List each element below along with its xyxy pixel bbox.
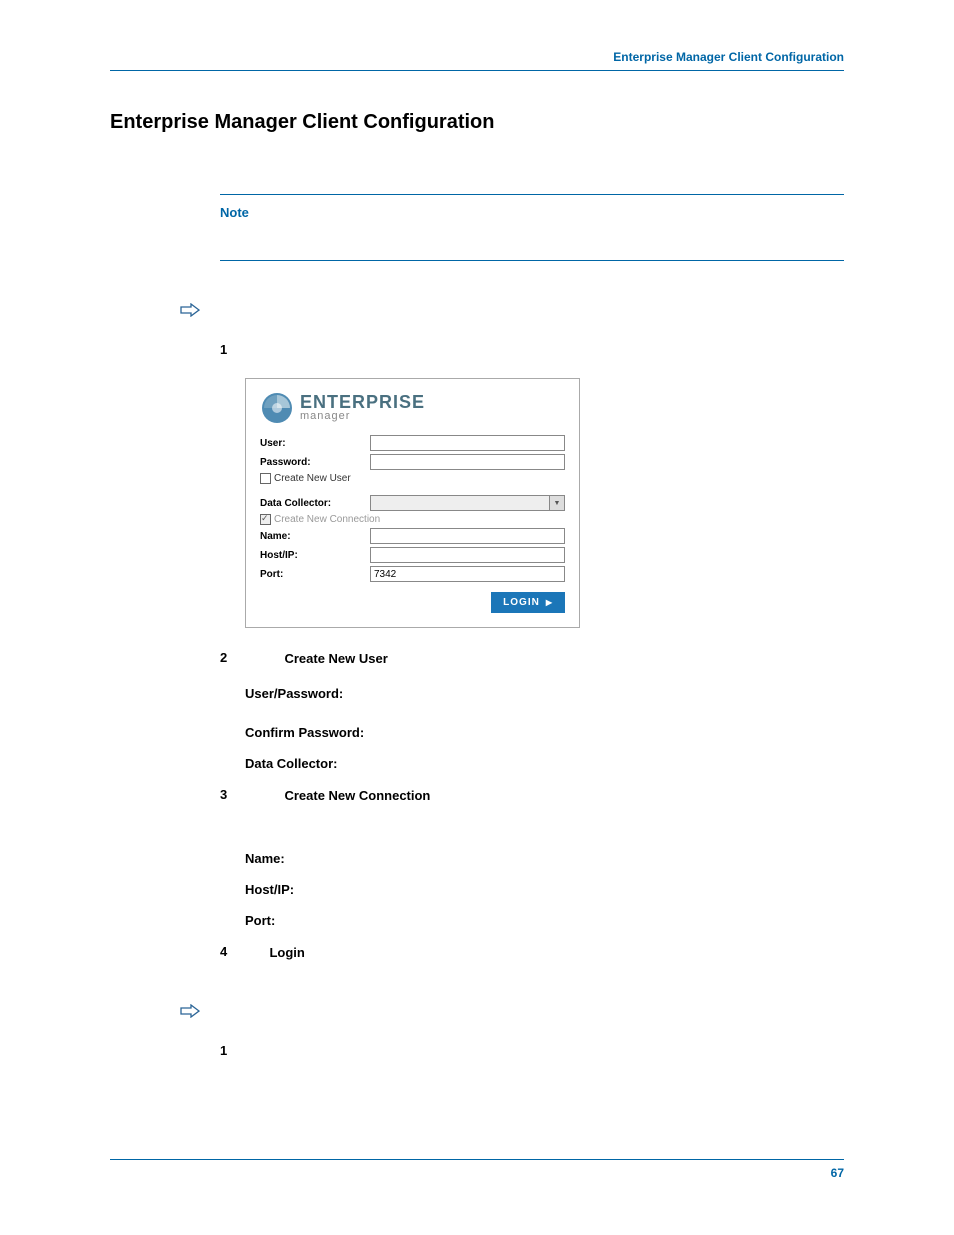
substep-user-password: User/Password: bbox=[245, 686, 844, 701]
step-text: Create New User bbox=[284, 651, 387, 666]
name-input[interactable] bbox=[370, 528, 565, 544]
login-button-label: LOGIN bbox=[503, 597, 540, 608]
step-1: 1 bbox=[220, 342, 844, 360]
substep-name: Name: bbox=[245, 851, 844, 866]
procedure-arrow bbox=[180, 301, 844, 322]
step-text: Login bbox=[269, 945, 304, 960]
step-number: 4 bbox=[220, 944, 265, 959]
login-button[interactable]: LOGIN ▶ bbox=[491, 592, 565, 613]
host-input[interactable] bbox=[370, 547, 565, 563]
password-label: Password: bbox=[260, 457, 370, 468]
step-3: 3 Create New Connection bbox=[220, 787, 844, 805]
create-new-user-label: Create New User bbox=[274, 473, 351, 484]
note-rule-top bbox=[220, 194, 844, 195]
user-input[interactable] bbox=[370, 435, 565, 451]
step-4: 4 Login bbox=[220, 944, 844, 962]
step-number: 1 bbox=[220, 342, 280, 357]
name-label: Name: bbox=[260, 531, 370, 542]
data-collector-label: Data Collector: bbox=[260, 498, 370, 509]
page-number: 67 bbox=[831, 1166, 844, 1180]
logo: ENTERPRISE manager bbox=[260, 391, 565, 425]
enterprise-manager-logo-icon bbox=[260, 391, 294, 425]
create-new-connection-checkbox[interactable] bbox=[260, 514, 271, 525]
user-label: User: bbox=[260, 438, 370, 449]
step-number: 2 bbox=[220, 650, 280, 665]
host-label: Host/IP: bbox=[260, 550, 370, 561]
note-rule-bottom bbox=[220, 260, 844, 261]
arrow-right-icon bbox=[180, 1002, 200, 1023]
step-2: 2 Create New User bbox=[220, 650, 844, 668]
substep-port: Port: bbox=[245, 913, 844, 928]
triangle-right-icon: ▶ bbox=[546, 598, 553, 607]
header-breadcrumb: Enterprise Manager Client Configuration bbox=[110, 50, 844, 71]
page-footer: 67 bbox=[110, 1159, 844, 1180]
port-input[interactable] bbox=[370, 566, 565, 582]
procedure-arrow-2 bbox=[180, 1002, 844, 1023]
step-text: Create New Connection bbox=[284, 788, 430, 803]
arrow-right-icon bbox=[180, 301, 200, 322]
substep-host: Host/IP: bbox=[245, 882, 844, 897]
create-new-user-checkbox[interactable] bbox=[260, 473, 271, 484]
note-label: Note bbox=[220, 205, 844, 220]
data-collector-select[interactable]: ▼ bbox=[370, 495, 565, 511]
step-b-1: 1 bbox=[220, 1043, 844, 1061]
step-number: 1 bbox=[220, 1043, 280, 1058]
step-number: 3 bbox=[220, 787, 280, 802]
substep-confirm-password: Confirm Password: bbox=[245, 725, 844, 740]
page-title: Enterprise Manager Client Configuration bbox=[110, 111, 844, 134]
password-input[interactable] bbox=[370, 454, 565, 470]
chevron-down-icon: ▼ bbox=[549, 495, 565, 511]
login-panel: ENTERPRISE manager User: Password: Creat… bbox=[245, 378, 580, 628]
port-label: Port: bbox=[260, 569, 370, 580]
logo-text-big: ENTERPRISE bbox=[300, 394, 425, 410]
substep-data-collector: Data Collector: bbox=[245, 756, 844, 771]
create-new-connection-label: Create New Connection bbox=[274, 514, 380, 525]
